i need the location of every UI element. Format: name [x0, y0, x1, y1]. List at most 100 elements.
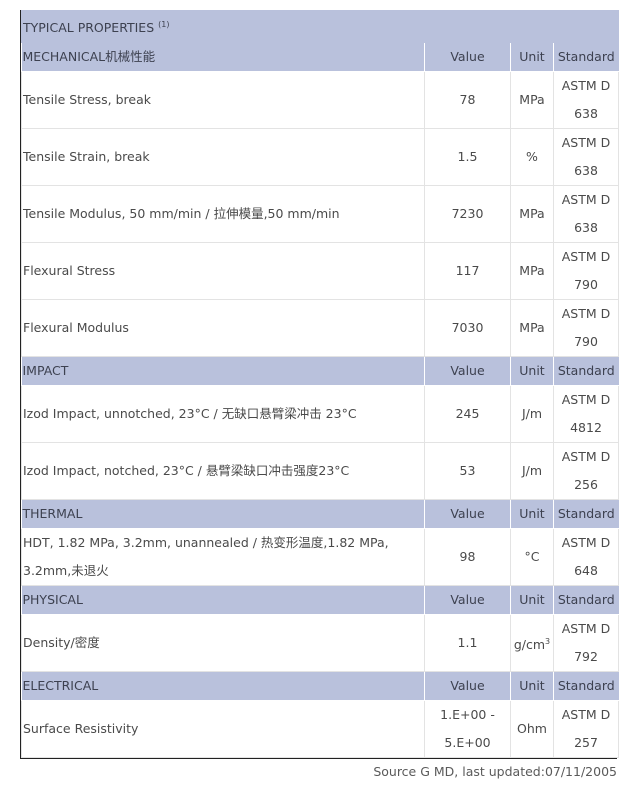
value-cell: 1.5	[424, 128, 511, 187]
value-cell: 78	[424, 71, 511, 130]
section-name: ELECTRICAL	[21, 671, 425, 702]
standard-line: 256	[574, 477, 598, 493]
unit-cell: J/m	[510, 385, 554, 444]
column-header-value: Value	[424, 356, 511, 387]
section-name: IMPACT	[21, 356, 425, 387]
table-row: Tensile Modulus, 50 mm/min / 拉伸模量,50 mm/…	[21, 185, 620, 244]
section-header-mechanical: MECHANICAL机械性能 Value Unit Standard	[21, 42, 619, 73]
standard-line: ASTM D	[561, 392, 611, 408]
standard-line: 638	[574, 106, 598, 122]
value-cell: 98	[424, 528, 511, 587]
standard-line: 648	[574, 563, 598, 579]
unit-text: g/cm	[513, 636, 546, 652]
standard-cell: ASTM D 638	[552, 185, 620, 244]
column-header-unit: Unit	[510, 356, 554, 387]
column-header-standard: Standard	[552, 585, 619, 616]
properties-table: TYPICAL PROPERTIES (1) MECHANICAL机械性能 Va…	[20, 9, 620, 759]
value-cell: 1.E+00 - 5.E+00	[424, 700, 511, 759]
table-row: Izod Impact, notched, 23°C / 悬臂梁缺口冲击强度23…	[21, 442, 620, 501]
property-cell: HDT, 1.82 MPa, 3.2mm, unannealed / 热变形温度…	[21, 528, 425, 587]
properties-table-container: TYPICAL PROPERTIES (1) MECHANICAL机械性能 Va…	[20, 9, 620, 760]
property-cell: Tensile Stress, break	[21, 71, 425, 130]
unit-cell: Ohm	[510, 700, 554, 759]
value-cell: 117	[424, 242, 511, 301]
column-header-value: Value	[424, 42, 511, 73]
value-cell: 53	[424, 442, 511, 501]
unit-cell: MPa	[510, 71, 554, 130]
standard-cell: ASTM D 638	[552, 128, 620, 187]
unit-cell: MPa	[510, 299, 554, 358]
property-cell: Flexural Modulus	[21, 299, 425, 358]
standard-cell: ASTM D 790	[552, 242, 620, 301]
standard-cell: ASTM D 257	[552, 700, 620, 759]
table-title-note: (1)	[158, 20, 170, 29]
column-header-standard: Standard	[552, 356, 619, 387]
property-cell: Surface Resistivity	[21, 700, 425, 759]
standard-line: 792	[574, 649, 598, 665]
table-row: Flexural Stress 117 MPa ASTM D 790	[21, 242, 620, 301]
standard-cell: ASTM D 648	[552, 528, 620, 587]
section-header-electrical: ELECTRICAL Value Unit Standard	[21, 671, 619, 702]
standard-cell: ASTM D 638	[552, 71, 620, 130]
standard-line: ASTM D	[561, 135, 611, 151]
table-row: Tensile Stress, break 78 MPa ASTM D 638	[21, 71, 620, 130]
standard-line: 638	[574, 220, 598, 236]
property-cell: Izod Impact, unnotched, 23°C / 无缺口悬臂梁冲击 …	[21, 385, 425, 444]
table-title-row: TYPICAL PROPERTIES (1)	[20, 9, 620, 44]
column-header-value: Value	[424, 671, 511, 702]
value-cell: 7230	[424, 185, 511, 244]
table-title-text: TYPICAL PROPERTIES	[23, 20, 155, 36]
standard-line: 790	[574, 277, 598, 293]
section-name: PHYSICAL	[21, 585, 425, 616]
column-header-unit: Unit	[510, 42, 554, 73]
unit-superscript: 3	[545, 636, 551, 646]
unit-cell: MPa	[510, 185, 554, 244]
table-row: Flexural Modulus 7030 MPa ASTM D 790	[21, 299, 620, 358]
standard-line: ASTM D	[561, 707, 611, 723]
property-cell: Flexural Stress	[21, 242, 425, 301]
column-header-unit: Unit	[510, 499, 554, 530]
standard-line: ASTM D	[561, 306, 611, 322]
unit-cell: g/cm3	[510, 614, 554, 673]
column-header-value: Value	[424, 585, 511, 616]
unit-cell: MPa	[510, 242, 554, 301]
section-header-impact: IMPACT Value Unit Standard	[21, 356, 619, 387]
section-name: MECHANICAL机械性能	[21, 42, 425, 73]
standard-line: ASTM D	[561, 78, 611, 94]
property-cell: Izod Impact, notched, 23°C / 悬臂梁缺口冲击强度23…	[21, 442, 425, 501]
standard-line: 638	[574, 163, 598, 179]
standard-cell: ASTM D 256	[552, 442, 620, 501]
properties-table-frame: TYPICAL PROPERTIES (1) MECHANICAL机械性能 Va…	[20, 9, 620, 760]
section-header-physical: PHYSICAL Value Unit Standard	[21, 585, 619, 616]
property-line: 3.2mm,未退火	[23, 563, 109, 579]
standard-cell: ASTM D 792	[552, 614, 620, 673]
value-line: 5.E+00	[444, 735, 491, 751]
column-header-unit: Unit	[510, 671, 554, 702]
value-cell: 7030	[424, 299, 511, 358]
property-cell: Tensile Modulus, 50 mm/min / 拉伸模量,50 mm/…	[21, 185, 425, 244]
unit-cell: °C	[510, 528, 554, 587]
property-cell: Tensile Strain, break	[21, 128, 425, 187]
standard-line: 790	[574, 334, 598, 350]
column-header-standard: Standard	[552, 42, 619, 73]
table-title: TYPICAL PROPERTIES (1)	[20, 9, 620, 44]
standard-line: ASTM D	[561, 449, 611, 465]
section-name: THERMAL	[21, 499, 425, 530]
unit-cell: %	[510, 128, 554, 187]
value-line: 1.E+00 -	[440, 707, 495, 723]
table-row: HDT, 1.82 MPa, 3.2mm, unannealed / 热变形温度…	[21, 528, 620, 587]
unit-cell: J/m	[510, 442, 554, 501]
standard-line: ASTM D	[561, 535, 611, 551]
value-cell: 1.1	[424, 614, 511, 673]
property-line: HDT, 1.82 MPa, 3.2mm, unannealed / 热变形温度…	[23, 535, 389, 551]
standard-line: 257	[574, 735, 598, 751]
table-row: Surface Resistivity 1.E+00 - 5.E+00 Ohm A…	[21, 700, 620, 759]
column-header-standard: Standard	[552, 671, 619, 702]
standard-line: ASTM D	[561, 192, 611, 208]
standard-line: ASTM D	[561, 249, 611, 265]
standard-cell: ASTM D 4812	[552, 385, 620, 444]
column-header-standard: Standard	[552, 499, 619, 530]
column-header-value: Value	[424, 499, 511, 530]
table-row: Density/密度 1.1 g/cm3 ASTM D 792	[21, 614, 620, 673]
standard-line: 4812	[570, 420, 602, 436]
